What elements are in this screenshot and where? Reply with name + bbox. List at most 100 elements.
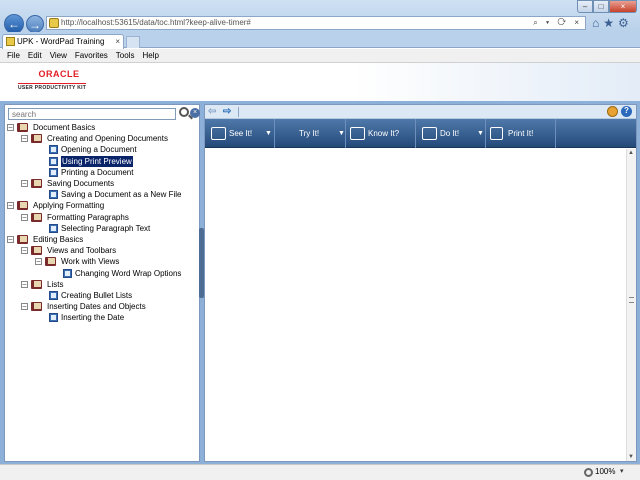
collapse-toggle-icon[interactable]: –	[21, 280, 28, 288]
toc-item[interactable]: Saving a Document as a New File	[5, 189, 199, 200]
collapse-toggle-icon[interactable]: –	[21, 213, 28, 221]
search-input[interactable]	[8, 108, 176, 120]
chevron-down-icon[interactable]: ▼	[477, 119, 484, 148]
mode-try-it[interactable]: Try It! ▼	[275, 119, 346, 148]
collapse-toggle-icon[interactable]: –	[21, 303, 28, 311]
toc-item[interactable]: Printing a Document	[5, 167, 199, 178]
collapse-toggle-icon[interactable]: –	[21, 247, 28, 255]
browser-titlebar: ← → http://localhost:53615/data/toc.html…	[0, 0, 640, 34]
menu-help[interactable]: Help	[138, 49, 162, 62]
scroll-grip[interactable]	[629, 297, 634, 303]
toc-item[interactable]: Using Print Preview	[5, 155, 199, 167]
toc-item-label: Editing Basics	[33, 235, 84, 244]
browser-toolbar-icons[interactable]: ⌂★⚙	[592, 16, 633, 30]
toc-item[interactable]: – Work with Views	[5, 256, 199, 267]
topic-icon	[49, 190, 58, 200]
menu-view[interactable]: View	[46, 49, 71, 62]
chevron-down-icon[interactable]: ▼	[265, 119, 272, 148]
check-icon	[350, 127, 365, 140]
toc-item-label: Formatting Paragraphs	[47, 212, 129, 222]
toc-item[interactable]: Changing Word Wrap Options	[5, 268, 199, 279]
chevron-down-icon[interactable]: ▾	[620, 467, 624, 475]
upk-header	[0, 63, 640, 101]
back-button[interactable]: ←	[4, 14, 24, 34]
book-icon	[17, 235, 28, 244]
toc-item[interactable]: – Document Basics	[5, 122, 199, 133]
new-tab-button[interactable]	[126, 36, 140, 48]
search-icon[interactable]	[179, 107, 189, 117]
mode-know-it[interactable]: Know It?	[346, 119, 416, 148]
oracle-logo: ORACLE	[38, 69, 80, 79]
maximize-button[interactable]: □	[593, 0, 609, 13]
minimize-button[interactable]: –	[577, 0, 593, 13]
scroll-up-icon[interactable]: ▲	[628, 150, 634, 156]
toc-item[interactable]: – Lists	[5, 279, 199, 290]
tab-close-icon[interactable]: ×	[115, 35, 120, 48]
mode-do-it[interactable]: Do It! ▼	[416, 119, 486, 148]
topic-icon	[49, 223, 58, 233]
menu-file[interactable]: File	[3, 49, 24, 62]
chevron-down-icon[interactable]: ▼	[338, 119, 345, 148]
toc-item[interactable]: – Views and Toolbars	[5, 245, 199, 256]
zoom-icon[interactable]	[584, 468, 593, 477]
toc-item[interactable]: Creating Bullet Lists	[5, 290, 199, 301]
address-tools[interactable]: ⌕ ▾ ⟳ ×	[533, 17, 582, 29]
toc-item[interactable]: – Applying Formatting	[5, 200, 199, 211]
toc-item[interactable]: – Editing Basics	[5, 234, 199, 245]
page-icon	[49, 18, 59, 28]
topic-icon	[63, 268, 72, 278]
play-icon	[211, 127, 226, 140]
tab-row: UPK - WordPad Training ×	[0, 32, 640, 49]
collapse-toggle-icon[interactable]: –	[7, 124, 14, 131]
content-nav-bar: ⇦ ⇨ ?	[205, 105, 636, 119]
menu-edit[interactable]: Edit	[24, 49, 46, 62]
book-icon	[31, 212, 42, 222]
address-text[interactable]: http://localhost:53615/data/toc.html?kee…	[61, 17, 251, 29]
book-icon	[17, 201, 28, 211]
menu-favorites[interactable]: Favorites	[71, 49, 112, 62]
settings-icon[interactable]	[607, 106, 618, 117]
status-bar: 100% ▾	[0, 464, 640, 480]
collapse-toggle-icon[interactable]: –	[35, 258, 42, 266]
toc-item-label: Changing Word Wrap Options	[75, 268, 182, 278]
mode-label: Try It!	[299, 129, 320, 138]
mode-label: Do It!	[440, 129, 460, 138]
toc-item-label: Inserting Dates and Objects	[47, 302, 146, 312]
book-icon	[31, 179, 42, 188]
toc-item-label: Applying Formatting	[33, 201, 105, 211]
book-icon	[31, 279, 42, 289]
collapse-toggle-icon[interactable]: –	[21, 135, 28, 143]
collapse-toggle-icon[interactable]: –	[7, 236, 14, 243]
zoom-level[interactable]: 100%	[595, 467, 615, 476]
toc-item[interactable]: Opening a Document	[5, 144, 199, 155]
toc-pane: × –Document Basics–Creating and Opening …	[4, 104, 200, 462]
topic-icon	[49, 145, 58, 155]
mode-see-it[interactable]: See It! ▼	[205, 119, 275, 148]
collapse-toggle-icon[interactable]: –	[21, 180, 28, 187]
close-window-button[interactable]: ×	[609, 0, 637, 13]
collapse-toggle-icon[interactable]: –	[7, 202, 14, 210]
toc-item[interactable]: – Creating and Opening Documents	[5, 133, 199, 144]
mode-print-it[interactable]: Print It!	[486, 119, 556, 148]
tab-title: UPK - WordPad Training	[17, 37, 105, 46]
topic-icon	[49, 313, 58, 323]
window-controls: – □ ×	[577, 0, 637, 13]
content-back-icon[interactable]: ⇦	[208, 107, 220, 117]
toc-item[interactable]: – Saving Documents	[5, 178, 199, 189]
forward-button[interactable]: →	[26, 15, 44, 33]
topic-icon	[49, 156, 58, 166]
address-bar[interactable]: http://localhost:53615/data/toc.html?kee…	[46, 16, 586, 30]
menu-tools[interactable]: Tools	[112, 49, 139, 62]
toc-item[interactable]: Selecting Paragraph Text	[5, 223, 199, 234]
tab-upk[interactable]: UPK - WordPad Training ×	[2, 34, 124, 49]
mode-label: Know It?	[368, 129, 400, 138]
help-icon[interactable]: ?	[621, 106, 632, 117]
mode-label: Print It!	[508, 129, 534, 138]
toc-item[interactable]: – Formatting Paragraphs	[5, 212, 199, 223]
content-scrollbar[interactable]: ▲ ▼	[626, 149, 636, 461]
clear-search-icon[interactable]: ×	[190, 108, 200, 118]
toc-item[interactable]: Inserting the Date	[5, 312, 199, 323]
scroll-down-icon[interactable]: ▼	[628, 454, 634, 460]
toc-item[interactable]: – Inserting Dates and Objects	[5, 301, 199, 312]
content-forward-icon[interactable]: ⇨	[223, 107, 235, 117]
